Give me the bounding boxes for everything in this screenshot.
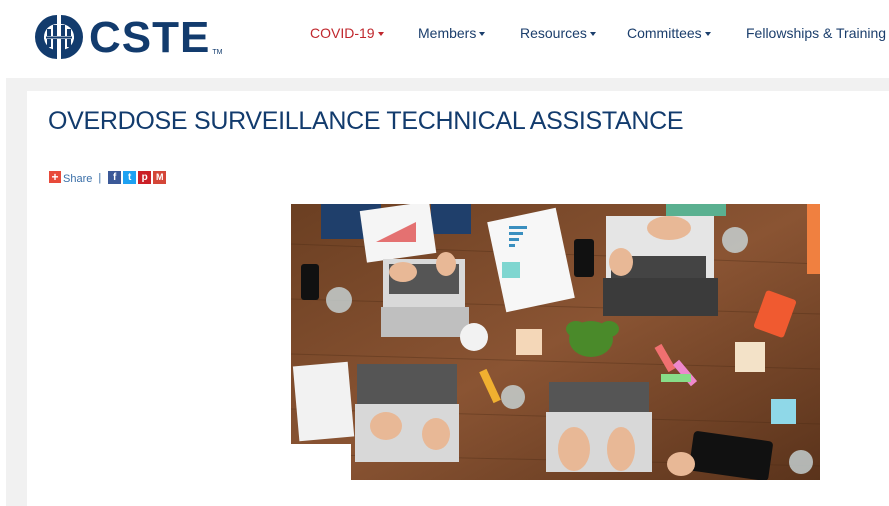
share-separator: | [98, 172, 102, 184]
gmail-icon[interactable]: M [153, 170, 167, 184]
logo-trademark: TM [212, 49, 223, 56]
chevron-down-icon [589, 32, 596, 36]
main-nav: COVID-19 Members Resources Committees Fe… [0, 25, 889, 47]
chevron-down-icon [479, 32, 486, 36]
hero-image [291, 204, 820, 480]
pinterest-icon[interactable]: p [138, 170, 152, 184]
hero-image-illustration [291, 204, 820, 480]
share-bar: + Share | f t p M [49, 170, 168, 185]
nav-item-label: Resources [520, 25, 587, 41]
site-header: CSTE TM COVID-19 Members Resources Commi… [0, 0, 889, 78]
share-link[interactable]: Share [63, 173, 92, 185]
nav-item-label: Committees [627, 25, 702, 41]
nav-item-resources[interactable]: Resources [520, 25, 596, 41]
share-plus-icon[interactable]: + [49, 171, 61, 183]
nav-item-covid-19[interactable]: COVID-19 [310, 25, 384, 41]
chevron-down-icon [377, 32, 384, 36]
nav-item-fellowships-training[interactable]: Fellowships & Training [746, 25, 889, 41]
facebook-icon[interactable]: f [108, 170, 122, 184]
nav-item-members[interactable]: Members [418, 25, 486, 41]
chevron-down-icon [704, 32, 711, 36]
twitter-icon[interactable]: t [123, 170, 137, 184]
nav-item-label: Members [418, 25, 477, 41]
nav-item-label: Fellowships & Training [746, 25, 887, 41]
nav-item-label: COVID-19 [310, 25, 375, 41]
nav-item-committees[interactable]: Committees [627, 25, 711, 41]
page-title: OVERDOSE SURVEILLANCE TECHNICAL ASSISTAN… [48, 107, 684, 135]
